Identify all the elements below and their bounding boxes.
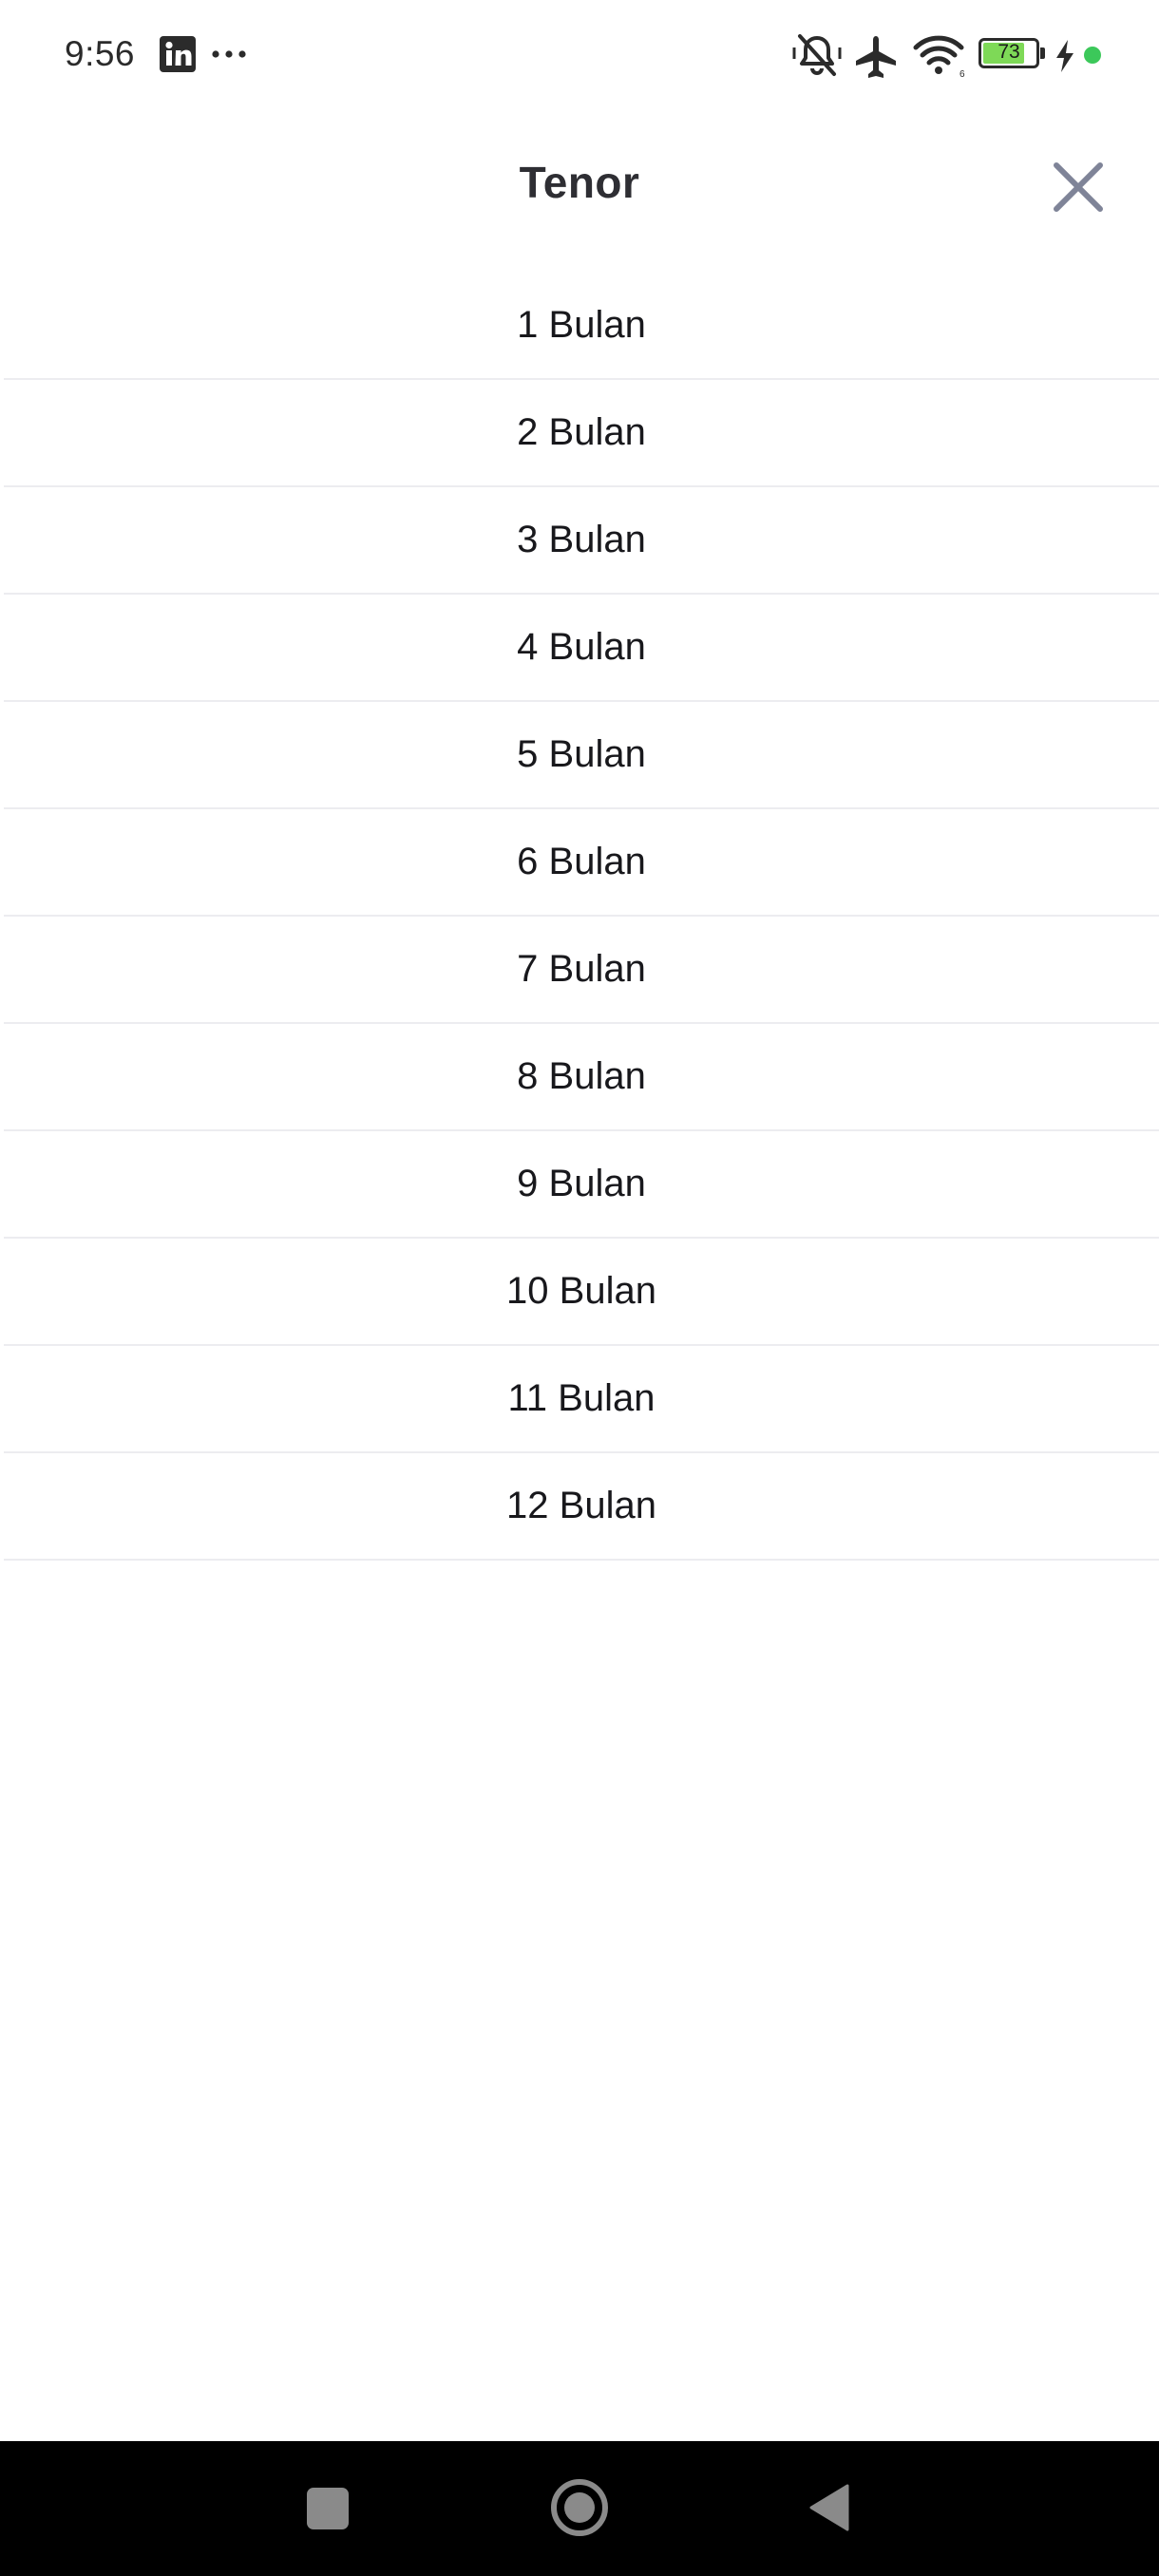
tenor-option-4-bulan[interactable]: 4 Bulan <box>4 595 1159 702</box>
recents-square-icon <box>307 2488 349 2529</box>
back-triangle-icon <box>809 2484 849 2531</box>
status-bar: 9:56 6 73 <box>0 0 1159 109</box>
tenor-option-list: 1 Bulan 2 Bulan 3 Bulan 4 Bulan 5 Bulan … <box>4 273 1159 1561</box>
close-icon <box>1054 162 1103 212</box>
linkedin-icon <box>160 36 196 72</box>
mute-icon <box>792 34 842 76</box>
home-circle-icon <box>551 2479 608 2536</box>
back-button[interactable] <box>808 2483 851 2532</box>
battery-icon: 73 <box>978 38 1047 72</box>
close-button[interactable] <box>1051 160 1106 215</box>
tenor-option-10-bulan[interactable]: 10 Bulan <box>4 1239 1159 1346</box>
tenor-option-7-bulan[interactable]: 7 Bulan <box>4 917 1159 1024</box>
tenor-option-11-bulan[interactable]: 11 Bulan <box>4 1346 1159 1453</box>
more-dots-icon <box>212 50 246 58</box>
tenor-option-8-bulan[interactable]: 8 Bulan <box>4 1024 1159 1131</box>
tenor-option-12-bulan[interactable]: 12 Bulan <box>4 1453 1159 1561</box>
tenor-option-1-bulan[interactable]: 1 Bulan <box>4 273 1159 380</box>
airplane-mode-icon <box>856 36 896 78</box>
home-button[interactable] <box>549 2477 610 2538</box>
wifi-icon: 6 <box>913 35 965 78</box>
tenor-option-9-bulan[interactable]: 9 Bulan <box>4 1131 1159 1239</box>
svg-text:6: 6 <box>960 69 965 78</box>
status-time: 9:56 <box>65 34 136 73</box>
tenor-option-2-bulan[interactable]: 2 Bulan <box>4 380 1159 487</box>
recents-button[interactable] <box>304 2485 352 2532</box>
sheet-title: Tenor <box>519 158 640 207</box>
charging-icon <box>1056 40 1074 72</box>
tenor-option-3-bulan[interactable]: 3 Bulan <box>4 487 1159 595</box>
navigation-bar <box>0 2441 1159 2576</box>
battery-level-text: 73 <box>998 41 1020 63</box>
tenor-option-5-bulan[interactable]: 5 Bulan <box>4 702 1159 809</box>
tenor-option-6-bulan[interactable]: 6 Bulan <box>4 809 1159 917</box>
privacy-dot-icon <box>1084 47 1101 64</box>
